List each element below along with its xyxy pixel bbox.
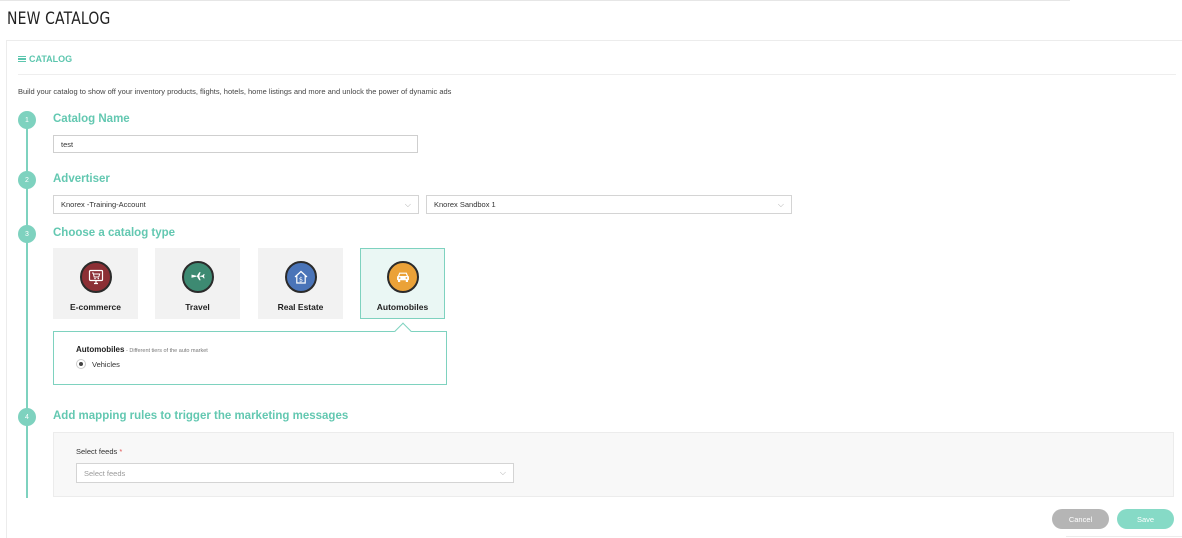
page-title: NEW CATALOG [7, 9, 111, 29]
ecommerce-icon-circle [79, 261, 112, 293]
cancel-button[interactable]: Cancel [1052, 509, 1109, 529]
step-4-title: Add mapping rules to trigger the marketi… [53, 410, 349, 422]
svg-text:$: $ [298, 276, 302, 284]
select-feeds-dropdown[interactable]: Select feeds ⌵ [76, 463, 514, 483]
select-feeds-label-text: Select feeds [76, 447, 118, 456]
section-divider [18, 74, 1176, 75]
shopping-cart-monitor-icon [88, 269, 103, 285]
selected-type-name: Automobiles [76, 345, 125, 354]
chevron-down-icon: ⌵ [777, 199, 784, 209]
catalog-type-travel[interactable]: Travel [155, 248, 240, 319]
section-header: CATALOG [18, 54, 72, 64]
travel-icon-circle [181, 261, 214, 293]
section-header-label: CATALOG [29, 54, 73, 64]
step-2-badge: 2 [18, 171, 36, 189]
house-dollar-icon: $ [294, 270, 307, 284]
catalog-type-real-estate[interactable]: $ Real Estate [258, 248, 343, 319]
intro-text: Build your catalog to show off your inve… [18, 87, 452, 96]
car-icon [396, 272, 409, 282]
catalog-type-detail-box [53, 331, 447, 385]
catalog-type-label: Real Estate [277, 302, 324, 312]
vehicles-radio[interactable] [76, 359, 86, 369]
catalog-type-label: Travel [185, 302, 210, 312]
save-button[interactable]: Save [1117, 509, 1174, 529]
step-3-badge: 3 [18, 225, 36, 243]
advertiser-sandbox-select[interactable]: Knorex Sandbox 1 ⌵ [426, 195, 792, 214]
step-3-title: Choose a catalog type [53, 227, 176, 239]
list-icon [18, 55, 26, 63]
airplane-icon [191, 272, 205, 281]
top-divider [0, 0, 1070, 1]
required-asterisk: * [117, 447, 123, 456]
advertiser-account-select[interactable]: Knorex -Training-Account ⌵ [53, 195, 419, 214]
advertiser-account-value: Knorex -Training-Account [61, 200, 146, 209]
select-feeds-placeholder: Select feeds [84, 468, 126, 478]
chevron-down-icon: ⌵ [404, 199, 411, 209]
automobiles-icon-circle [386, 261, 419, 293]
step-2-title: Advertiser [53, 173, 110, 185]
step-1-badge: 1 [18, 111, 36, 129]
bottom-divider [1066, 536, 1182, 537]
step-1-title: Catalog Name [53, 113, 130, 125]
real-estate-icon-circle: $ [284, 261, 317, 293]
chevron-down-icon: ⌵ [499, 468, 506, 477]
catalog-type-label: Automobiles [376, 302, 429, 312]
selected-type-description: - Different tiers of the auto market [124, 348, 208, 354]
vehicles-radio-label: Vehicles [92, 360, 120, 369]
catalog-name-input[interactable] [53, 135, 418, 153]
select-feeds-label: Select feeds * [76, 447, 122, 456]
radio-dot [79, 362, 83, 366]
step-4-badge: 4 [18, 408, 36, 426]
catalog-type-ecommerce[interactable]: E-commerce [53, 248, 138, 319]
selected-type-title: Automobiles - Different tiers of the aut… [76, 345, 208, 354]
advertiser-sandbox-value: Knorex Sandbox 1 [434, 200, 496, 209]
catalog-type-automobiles[interactable]: Automobiles [360, 248, 445, 319]
catalog-type-label: E-commerce [69, 302, 122, 312]
